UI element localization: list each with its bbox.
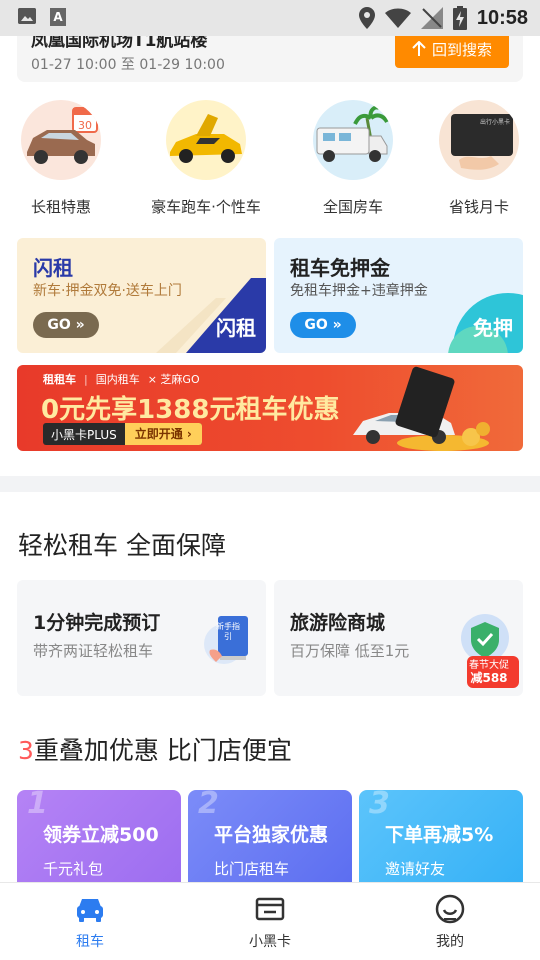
deposit-free-title: 租车免押金 [290,256,390,280]
sports-car-icon [166,100,246,180]
clock: 10:58 [476,6,528,29]
suv-car-calendar-icon: 30 [21,100,101,180]
deals-section-title: 3重叠加优惠 比门店便宜 [18,731,292,767]
plus-card-label: 小黑卡PLUS [51,427,117,442]
arrow-up-icon [412,41,426,56]
deposit-free-badge: 免押 [473,316,513,340]
deals-title-number: 3 [18,736,34,765]
category-label: 豪车跑车·个性车 [151,198,261,216]
car-icon [74,893,106,925]
activate-now-button[interactable]: 立即开通 › [124,423,202,445]
rv-camper-icon [313,100,393,180]
bottom-navigation: 租车 小黑卡 我的 [0,882,540,960]
quick-booking-subtitle: 带齐两证轻松租车 [33,642,154,660]
promo-badge: 春节大促 减588 [465,660,513,684]
nav-label: 租车 [76,934,104,950]
card-icon [254,893,286,925]
location-icon [358,7,375,29]
nav-tab-black-card[interactable]: 小黑卡 [210,893,330,951]
deal-title: 下单再减5% [385,824,494,846]
svg-text:出行小黑卡: 出行小黑卡 [480,118,510,126]
rental-dates: 01-27 10:00 至 01-29 10:00 [31,57,225,73]
category-rv[interactable]: 全国房车 [288,100,418,217]
no-signal-icon [420,7,443,29]
nav-label: 我的 [436,934,464,950]
nav-tab-rent-car[interactable]: 租车 [30,893,150,951]
deposit-free-card[interactable]: 免押 租车免押金 免租车押金+违章押金 GO » [274,238,523,353]
deal-subtitle: 比门店租车 [214,860,290,878]
guarantee-section-title: 轻松租车 全面保障 [18,531,226,560]
battery-charging-icon [452,6,467,30]
nav-tab-profile[interactable]: 我的 [390,893,510,951]
deal-subtitle: 千元礼包 [43,860,104,878]
deal-title: 领券立减500 [43,824,159,846]
category-long-term[interactable]: 30 长租特惠 [0,100,126,217]
wifi-icon [384,8,411,28]
insurance-mall-title: 旅游险商城 [290,612,386,634]
insurance-mall-subtitle: 百万保障 低至1元 [290,642,410,660]
quick-booking-title: 1分钟完成预订 [33,612,161,634]
deal-number: 1 [27,790,48,821]
deposit-free-go-button[interactable]: GO » [290,312,356,338]
category-monthly-card[interactable]: 出行小黑卡 省钱月卡 [414,100,540,217]
promo-badge-line2: 减588 [470,671,508,685]
flash-rent-card[interactable]: 闪租 闪租 新车·押金双免·送车上门 GO » [17,238,266,353]
deal-title: 平台独家优惠 [214,824,329,846]
flash-rent-badge: 闪租 [216,316,256,340]
black-card-icon: 出行小黑卡 [439,100,519,180]
smiley-profile-icon [434,893,466,925]
flash-rent-title: 闪租 [33,256,73,280]
quick-booking-card[interactable]: 1分钟完成预订 带齐两证轻松租车 新手指引 [17,580,266,696]
insurance-mall-card[interactable]: 旅游险商城 百万保障 低至1元 春节大促 减588 [274,580,523,696]
deposit-free-subtitle: 免租车押金+违章押金 [290,283,428,299]
deal-number: 3 [369,790,390,821]
banner-plus-row: 小黑卡PLUS 立即开通 › [43,423,202,445]
banner-partner: × 芝麻GO [147,373,200,386]
text-notification-icon: A [50,8,66,26]
flash-rent-go-button[interactable]: GO » [33,312,99,338]
plus-card-banner[interactable]: 租租车 | 国内租车 × 芝麻GO 0元先享1388元租车优惠 小黑卡PLUS … [17,365,523,451]
status-bar: A 10:58 [0,0,540,36]
deals-title-text: 重叠加优惠 比门店便宜 [33,736,292,765]
banner-brand: 租租车 [43,373,76,386]
svg-text:30: 30 [78,119,92,132]
banner-headline: 0元先享1388元租车优惠 [41,395,340,425]
category-label: 长租特惠 [30,198,91,216]
flash-rent-subtitle: 新车·押金双免·送车上门 [33,283,182,299]
section-divider [0,476,540,492]
banner-tag: 国内租车 [95,373,140,386]
nav-label: 小黑卡 [249,934,291,950]
category-label: 省钱月卡 [448,198,509,216]
image-notification-icon [18,8,36,24]
category-luxury[interactable]: 豪车跑车·个性车 [141,100,271,217]
deal-number: 2 [198,790,219,821]
category-row: 30 长租特惠 豪车跑车·个性车 全国房车 出行小黑卡 省钱月卡 [0,100,540,220]
category-label: 全国房车 [322,198,383,216]
deal-subtitle: 邀请好友 [385,860,446,878]
back-to-search-label: 回到搜索 [431,40,492,59]
banner-brand-row: 租租车 | 国内租车 × 芝麻GO [43,372,200,387]
guide-book-label: 新手指引 [216,622,240,641]
car-card-illustration [353,366,490,451]
